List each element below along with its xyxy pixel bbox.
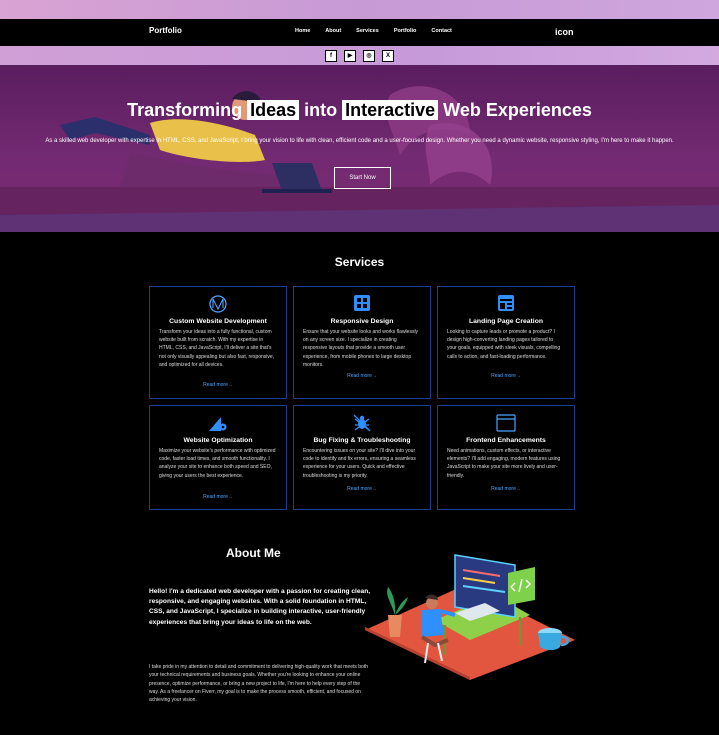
service-card[interactable]: Landing Page Creation Looking to capture… <box>437 286 575 399</box>
read-more-link[interactable]: Read more→ <box>150 382 286 388</box>
monogram-icon <box>150 295 286 313</box>
arrow-right-icon: → <box>227 382 233 388</box>
read-more-link[interactable]: Read more→ <box>438 486 574 492</box>
hero-title: Transforming Ideas into Interactive Web … <box>0 100 719 121</box>
nav-link-contact[interactable]: Contact <box>431 28 451 34</box>
arrow-right-icon: → <box>371 373 377 379</box>
read-more-link[interactable]: Read more→ <box>150 494 286 500</box>
service-card-title: Landing Page Creation <box>468 318 544 325</box>
social-bar: f ▶ ◎ X <box>0 46 719 65</box>
arrow-right-icon: → <box>371 486 377 492</box>
hero-title-part: Web Experiences <box>438 100 592 120</box>
read-more-label: Read more <box>203 382 228 388</box>
read-more-link[interactable]: Read more→ <box>294 486 430 492</box>
landing-page-icon <box>438 295 574 313</box>
start-now-button[interactable]: Start Now <box>334 167 391 189</box>
nav-link-home[interactable]: Home <box>295 28 310 34</box>
service-card[interactable]: Bug Fixing & Troubleshooting Encounterin… <box>293 405 431 510</box>
read-more-label: Read more <box>491 486 516 492</box>
hero-description: As a skilled web developer with expertis… <box>45 138 674 144</box>
service-card-text: Ensure that your website looks and works… <box>303 329 419 368</box>
about-body-text: I take pride in my attention to detail a… <box>149 664 369 704</box>
service-card-title: Bug Fixing & Troubleshooting <box>313 437 411 444</box>
instagram-icon[interactable]: ◎ <box>363 49 375 62</box>
hero-illustration <box>0 86 719 232</box>
arrow-right-icon: → <box>227 494 233 500</box>
hero-title-part: Transforming <box>127 100 248 120</box>
service-card-text: Maximize your website's performance with… <box>159 448 276 479</box>
optimization-gear-icon <box>150 414 286 432</box>
nav-icon-placeholder[interactable]: icon <box>555 27 574 37</box>
read-more-label: Read more <box>203 494 228 500</box>
service-card-text: Transform your ideas into a fully functi… <box>159 329 275 368</box>
nav-link-about[interactable]: About <box>325 28 341 34</box>
read-more-link[interactable]: Read more→ <box>438 373 574 379</box>
service-card[interactable]: Custom Website Development Transform you… <box>149 286 287 399</box>
service-card-text: Need animations, custom effects, or inte… <box>447 448 561 479</box>
hero-title-highlight-interactive: Interactive <box>342 100 439 120</box>
service-card-text: Looking to capture leads or promote a pr… <box>447 329 561 360</box>
about-lead-text: Hello! I'm a dedicated web developer wit… <box>149 588 371 626</box>
youtube-icon[interactable]: ▶ <box>344 49 356 62</box>
browser-window-icon <box>438 414 574 432</box>
service-card[interactable]: Website Optimization Maximize your websi… <box>149 405 287 510</box>
arrow-right-icon: → <box>515 486 521 492</box>
hero-title-highlight-ideas: Ideas <box>247 100 300 120</box>
nav-links: Home About Services Portfolio Contact <box>295 28 467 34</box>
developer-illustration <box>365 554 575 680</box>
hero-section: Transforming Ideas into Interactive Web … <box>0 65 719 232</box>
hero-title-part: into <box>299 100 343 120</box>
service-card-title: Custom Website Development <box>169 318 267 325</box>
service-card[interactable]: Responsive Design Ensure that your websi… <box>293 286 431 399</box>
read-more-link[interactable]: Read more→ <box>294 373 430 379</box>
nav-link-services[interactable]: Services <box>356 28 379 34</box>
read-more-label: Read more <box>491 373 516 379</box>
about-heading: About Me <box>226 546 281 560</box>
navbar: Portfolio Home About Services Portfolio … <box>0 19 719 46</box>
service-card-title: Website Optimization <box>183 437 253 444</box>
services-heading: Services <box>334 255 385 269</box>
service-card-title: Frontend Enhancements <box>466 437 546 444</box>
arrow-right-icon: → <box>515 373 521 379</box>
brand-logo[interactable]: Portfolio <box>149 26 182 35</box>
top-gradient-strip <box>0 0 719 19</box>
grid-icon <box>294 295 430 313</box>
service-card[interactable]: Frontend Enhancements Need animations, c… <box>437 405 575 510</box>
facebook-icon[interactable]: f <box>325 49 337 62</box>
nav-link-portfolio[interactable]: Portfolio <box>394 28 417 34</box>
service-card-text: Encountering issues on your site? I'll d… <box>303 448 416 479</box>
x-icon[interactable]: X <box>382 49 394 62</box>
service-card-title: Responsive Design <box>330 318 394 325</box>
read-more-label: Read more <box>347 486 372 492</box>
read-more-label: Read more <box>347 373 372 379</box>
bug-icon <box>294 414 430 432</box>
